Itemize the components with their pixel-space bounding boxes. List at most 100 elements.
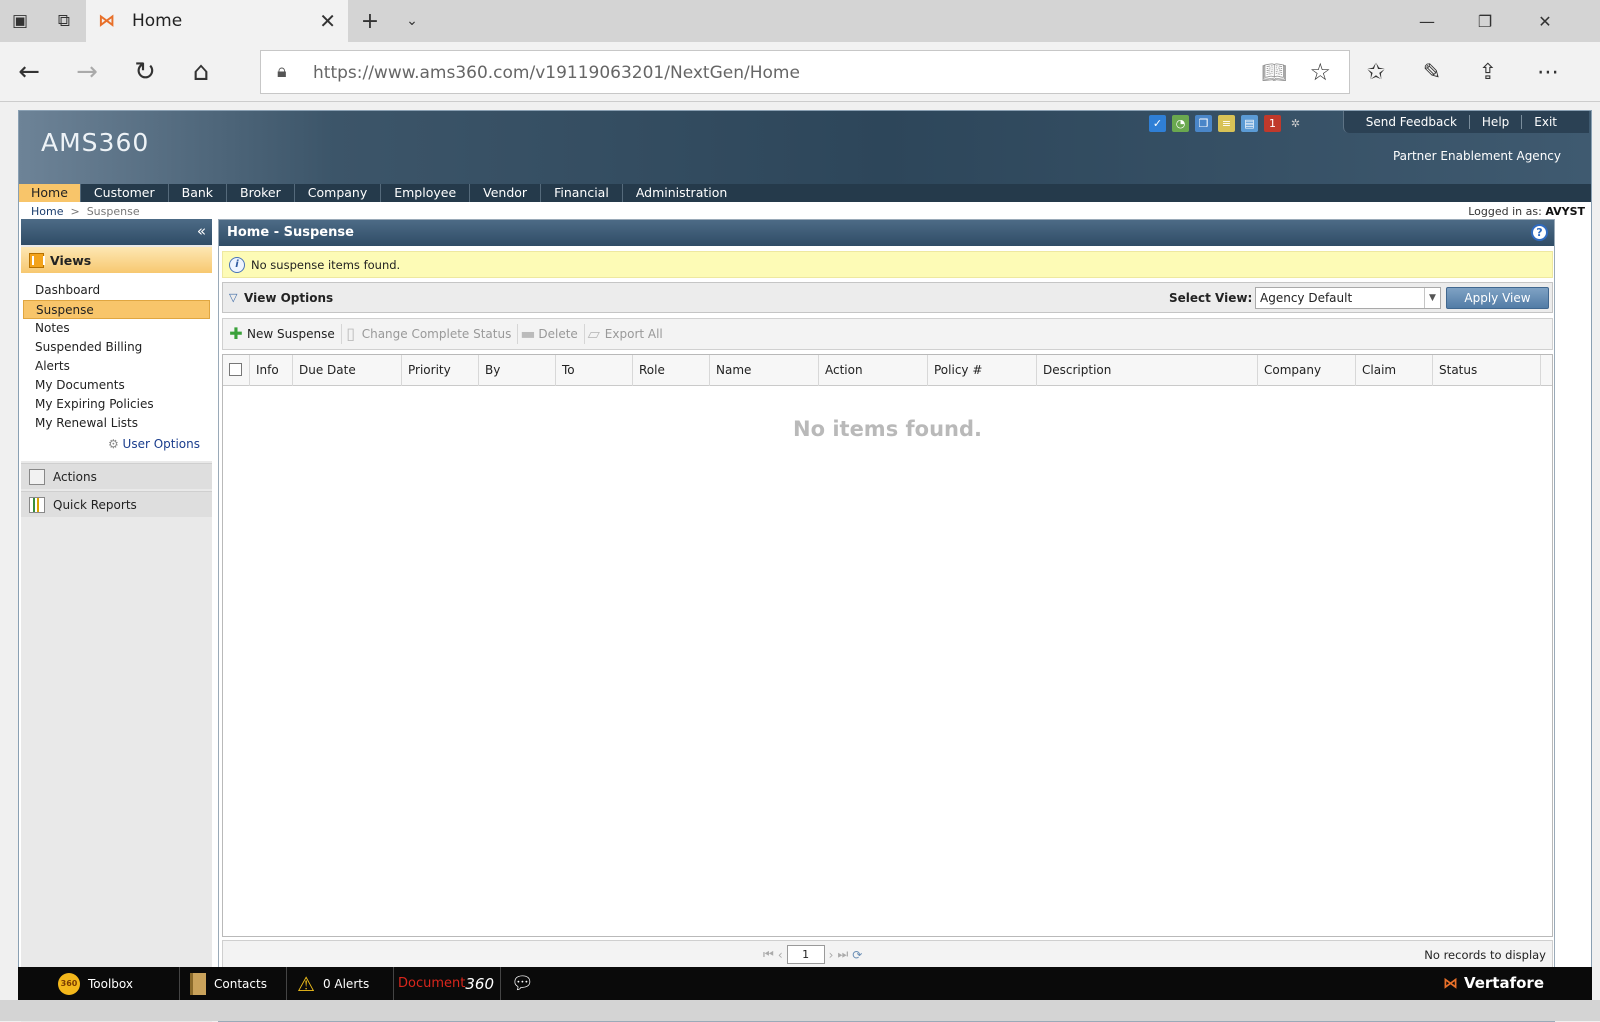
column-priority[interactable]: Priority — [402, 355, 479, 386]
check-icon[interactable]: ✓ — [1149, 115, 1166, 132]
forward-icon[interactable]: → — [70, 55, 104, 89]
restore-icon[interactable]: ❐ — [1462, 6, 1508, 36]
new-suspense-button[interactable]: ✚ New Suspense — [227, 324, 342, 344]
collapse-sidebar-button[interactable]: « — [21, 219, 212, 245]
exit-link[interactable]: Exit — [1522, 115, 1583, 129]
page-number-input[interactable]: 1 — [786, 945, 825, 964]
view-alerts[interactable]: Alerts — [23, 357, 210, 376]
view-my-expiring-policies[interactable]: My Expiring Policies — [23, 395, 210, 414]
favorite-star-icon[interactable]: ☆ — [1309, 58, 1331, 86]
ams360-app: AMS360 ✓ ◔ ❐ ≡ ▤ 1 ✲ Send Feedback Help … — [18, 110, 1592, 1022]
column-to[interactable]: To — [556, 355, 633, 386]
document360-button[interactable]: Document 360 — [394, 967, 501, 1000]
more-icon[interactable]: ⋯ — [1530, 54, 1566, 90]
help-icon[interactable]: ? — [1531, 224, 1548, 241]
nav-vendor[interactable]: Vendor — [470, 184, 542, 202]
window-close-icon[interactable]: ✕ — [1522, 6, 1568, 36]
form-icon[interactable]: ▤ — [1241, 115, 1258, 132]
new-tab-icon[interactable]: + — [356, 8, 384, 34]
column-by[interactable]: By — [479, 355, 556, 386]
view-suspense[interactable]: Suspense — [23, 300, 210, 319]
view-notes[interactable]: Notes — [23, 319, 210, 338]
tab-preview-chevron-icon[interactable]: ⌄ — [398, 8, 426, 34]
quick-reports-section[interactable]: Quick Reports — [21, 491, 212, 517]
share-icon[interactable]: ⇪ — [1470, 54, 1506, 90]
view-my-renewal-lists[interactable]: My Renewal Lists — [23, 414, 210, 433]
minimize-icon[interactable]: — — [1404, 6, 1450, 36]
export-all-button[interactable]: ▱ Export All — [585, 324, 669, 344]
views-list: Dashboard Suspense Notes Suspended Billi… — [21, 273, 212, 461]
select-view-dropdown[interactable]: Agency Default ▼ — [1255, 287, 1441, 309]
nav-bank[interactable]: Bank — [169, 184, 228, 202]
last-page-icon[interactable]: ⏭ — [837, 947, 848, 962]
column-description[interactable]: Description — [1037, 355, 1258, 386]
reading-view-icon[interactable]: 📖︎ — [1262, 60, 1287, 84]
chat-button[interactable]: 💬︎ — [501, 967, 543, 1000]
expand-triangle-icon[interactable]: ▽ — [229, 291, 237, 304]
set-tabs-aside-icon[interactable]: ⧉ — [50, 8, 78, 34]
refresh-icon[interactable]: ↻ — [128, 55, 162, 89]
user-options-label: User Options — [122, 437, 200, 451]
alerts-button[interactable]: ⚠ 0 Alerts — [287, 967, 394, 1000]
column-name[interactable]: Name — [710, 355, 819, 386]
url-field[interactable]: 🔒︎ https://www.ams360.com/v19119063201/N… — [260, 50, 1350, 94]
change-complete-status-button[interactable]: ▯ Change Complete Status — [342, 324, 519, 344]
document-360-label: 360 — [465, 974, 494, 993]
select-all-checkbox[interactable] — [223, 355, 250, 386]
prev-page-icon[interactable]: ‹ — [778, 948, 783, 962]
info-message-bar: i No suspense items found. — [222, 251, 1553, 278]
select-view-value: Agency Default — [1260, 291, 1353, 305]
views-panel-header[interactable]: Views — [21, 247, 212, 273]
close-tab-icon[interactable]: ✕ — [319, 9, 336, 33]
nav-administration[interactable]: Administration — [623, 184, 740, 202]
app-taskbar: 360 Toolbox Contacts ⚠ 0 Alerts Document… — [18, 967, 1592, 1000]
view-my-documents[interactable]: My Documents — [23, 376, 210, 395]
user-options-link[interactable]: ⚙ User Options — [21, 437, 212, 451]
column-action[interactable]: Action — [819, 355, 928, 386]
contacts-button[interactable]: Contacts — [180, 967, 287, 1000]
view-dashboard[interactable]: Dashboard — [23, 281, 210, 300]
nav-financial[interactable]: Financial — [541, 184, 623, 202]
warning-icon: ⚠ — [297, 971, 315, 996]
home-icon[interactable]: ⌂ — [184, 55, 218, 89]
column-company[interactable]: Company — [1258, 355, 1356, 386]
breadcrumb-home[interactable]: Home — [31, 205, 63, 218]
settings-icon[interactable]: ✲ — [1287, 115, 1304, 132]
export-icon: ▱ — [587, 324, 600, 343]
nav-home[interactable]: Home — [19, 184, 81, 202]
next-page-icon[interactable]: › — [829, 948, 834, 962]
nav-broker[interactable]: Broker — [227, 184, 295, 202]
ledger-icon[interactable]: ≡ — [1218, 115, 1235, 132]
column-role[interactable]: Role — [633, 355, 710, 386]
calendar-icon[interactable]: 1 — [1264, 115, 1281, 132]
refresh-grid-icon[interactable]: ⟳ — [852, 948, 862, 962]
column-due-date[interactable]: Due Date — [293, 355, 402, 386]
view-options-label[interactable]: View Options — [244, 291, 333, 305]
web-note-icon[interactable]: ✎ — [1414, 54, 1450, 90]
column-info[interactable]: Info — [250, 355, 293, 386]
favorites-hub-icon[interactable]: ✩ — [1358, 54, 1394, 90]
column-status[interactable]: Status — [1433, 355, 1541, 386]
column-claim[interactable]: Claim — [1356, 355, 1433, 386]
chevron-down-icon[interactable]: ▼ — [1424, 288, 1440, 308]
column-policy-number[interactable]: Policy # — [928, 355, 1037, 386]
actions-section[interactable]: Actions — [21, 463, 212, 489]
delete-button[interactable]: ▬ Delete — [518, 324, 585, 344]
bar-chart-icon — [29, 496, 45, 513]
nav-company[interactable]: Company — [295, 184, 382, 202]
browser-tab[interactable]: ⋈ Home ✕ — [86, 0, 348, 42]
view-suspended-billing[interactable]: Suspended Billing — [23, 338, 210, 357]
help-link[interactable]: Help — [1470, 115, 1523, 129]
first-page-icon[interactable]: ⏮ — [763, 947, 774, 962]
tab-manager-icon[interactable]: ▣ — [6, 8, 34, 34]
nav-employee[interactable]: Employee — [381, 184, 471, 202]
breadcrumb-separator: > — [70, 205, 80, 218]
send-feedback-link[interactable]: Send Feedback — [1354, 115, 1470, 129]
nav-customer[interactable]: Customer — [81, 184, 169, 202]
toolbox-button[interactable]: 360 Toolbox — [18, 967, 180, 1000]
dial-icon[interactable]: ◔ — [1172, 115, 1189, 132]
apply-view-button[interactable]: Apply View — [1446, 287, 1549, 309]
back-icon[interactable]: ← — [12, 55, 46, 89]
page-title-text: Home - Suspense — [227, 225, 354, 240]
copy-icon[interactable]: ❐ — [1195, 115, 1212, 132]
